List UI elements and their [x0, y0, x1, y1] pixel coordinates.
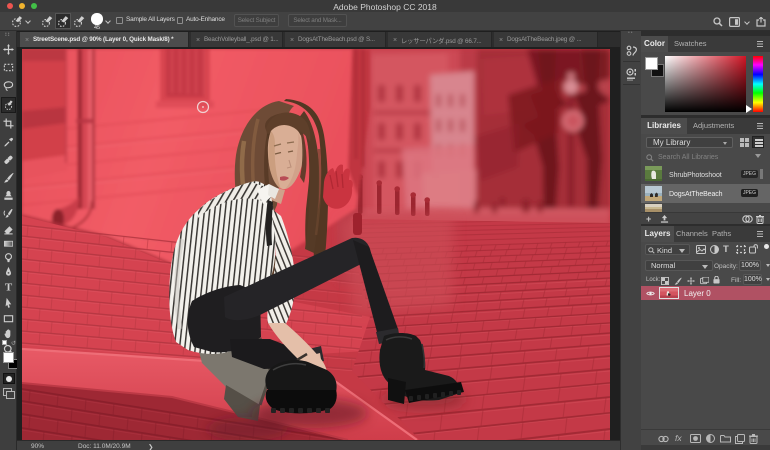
svg-text:T: T: [5, 282, 13, 292]
